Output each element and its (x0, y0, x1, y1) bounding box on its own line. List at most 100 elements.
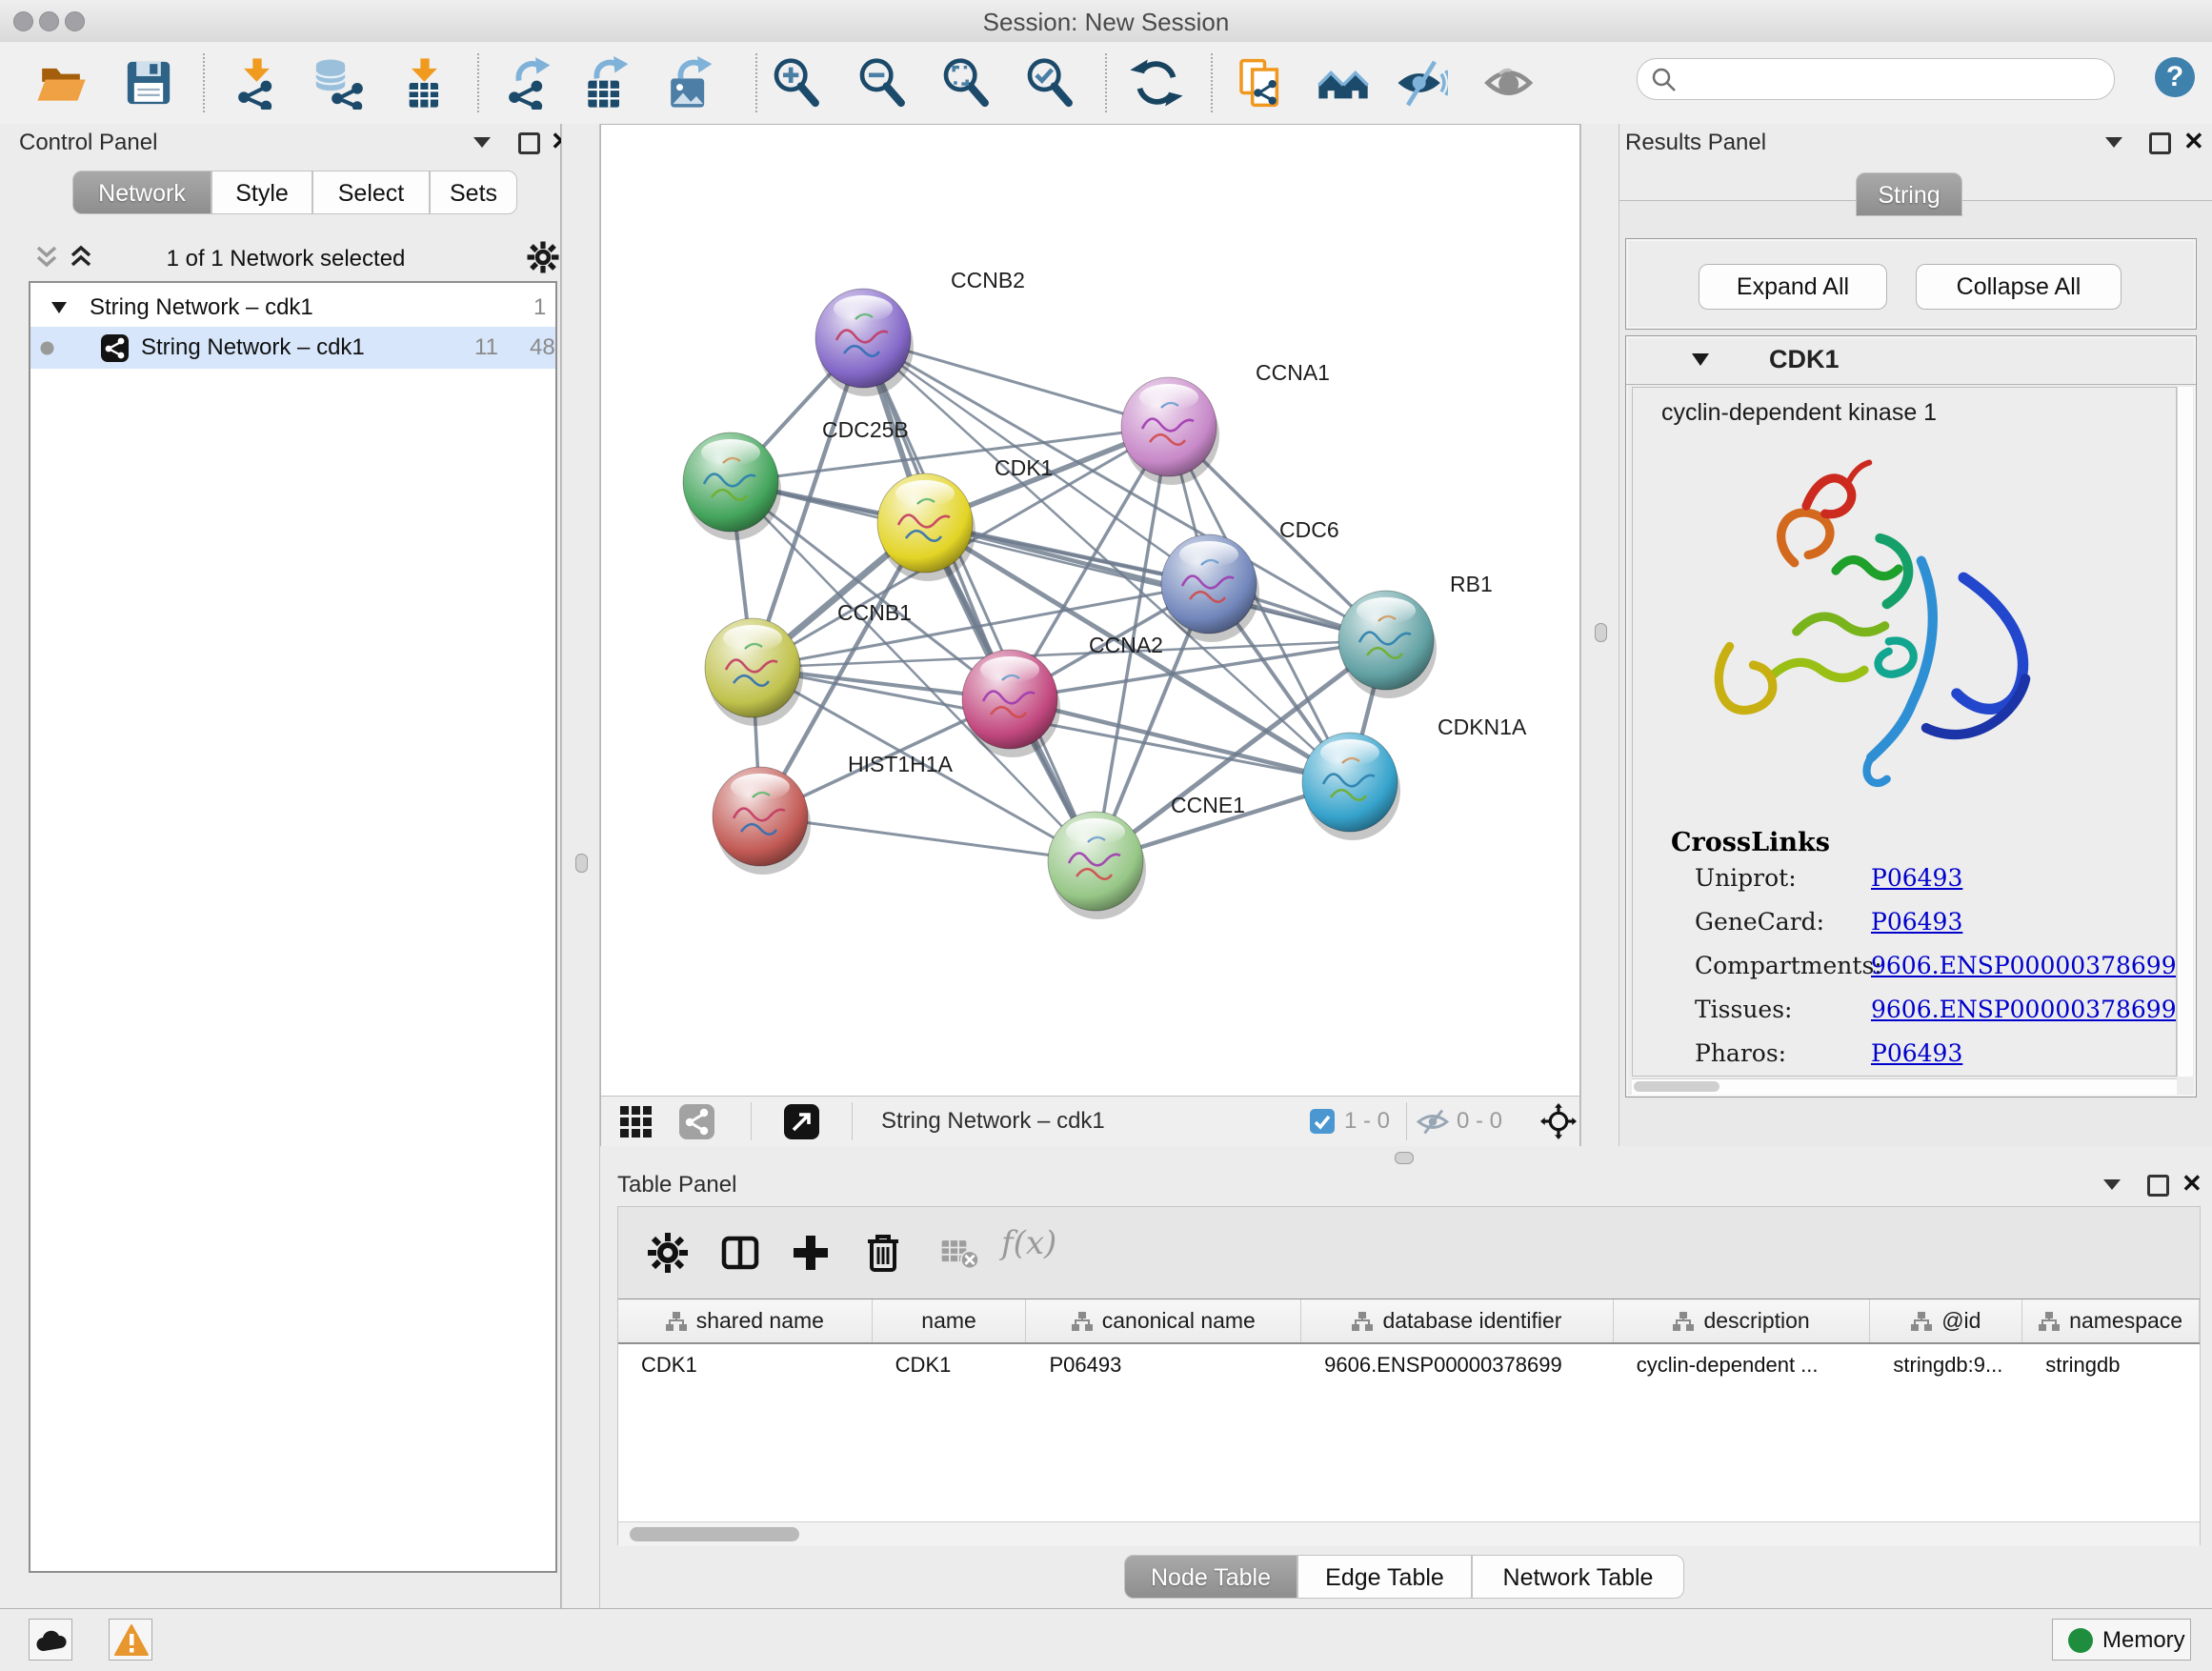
delete-column-icon[interactable] (860, 1230, 906, 1276)
table-cell[interactable]: CDK1 (618, 1344, 873, 1386)
zoom-in-icon[interactable] (770, 56, 823, 110)
table-cell[interactable]: 9606.ENSP00000378699 (1301, 1344, 1614, 1386)
results-panel-title: Results Panel (1625, 130, 1766, 156)
network-node-cdkn1a[interactable] (1302, 733, 1400, 840)
table-cell[interactable]: cyclin-dependent ... (1614, 1344, 1871, 1386)
crosslink-link[interactable]: P06493 (1871, 908, 1962, 936)
network-canvas[interactable]: CCNB2CCNA1CDC25BCDK1CDC6RB1CCNB1CCNA2CDK… (600, 124, 1580, 1146)
results-horizontal-scrollbar[interactable] (1632, 1078, 2177, 1095)
table-cell[interactable]: CDK1 (873, 1344, 1027, 1386)
column-header-name[interactable]: name (873, 1299, 1027, 1342)
network-row-selected[interactable]: String Network – cdk1 11 48 (30, 327, 555, 369)
results-vertical-scrollbar[interactable] (2177, 387, 2193, 1077)
string-import-icon[interactable] (1235, 56, 1288, 110)
network-node-rb1[interactable] (1338, 591, 1437, 698)
help-button[interactable]: ? (2155, 57, 2195, 97)
birdseye-icon[interactable] (1540, 1103, 1577, 1139)
apply-layout-icon[interactable] (1130, 56, 1183, 110)
network-node-cdc6[interactable] (1161, 534, 1259, 642)
string-home-icon[interactable] (1317, 56, 1370, 110)
tab-select[interactable]: Select (312, 171, 430, 214)
column-header-description[interactable]: description (1614, 1299, 1871, 1342)
scrollbar-thumb[interactable] (1634, 1081, 1719, 1092)
gear-icon[interactable] (526, 240, 560, 274)
table-horizontal-scrollbar[interactable] (618, 1521, 2200, 1546)
search-input[interactable] (1687, 63, 2101, 95)
splitter-handle[interactable] (575, 854, 588, 873)
expand-all-button[interactable]: Expand All (1699, 264, 1887, 310)
export-table-icon[interactable] (579, 56, 633, 110)
tab-edge-table[interactable]: Edge Table (1297, 1555, 1472, 1599)
gear-icon[interactable] (645, 1230, 691, 1276)
right-splitter[interactable] (1580, 124, 1619, 1146)
column-header-shared-name[interactable]: shared name (618, 1299, 873, 1342)
import-network-file-icon[interactable] (231, 56, 284, 110)
tree-expander-icon[interactable] (51, 302, 67, 313)
network-thumbnail-icon[interactable] (679, 1104, 714, 1139)
show-columns-icon[interactable] (717, 1230, 763, 1276)
cloud-button[interactable] (29, 1619, 72, 1661)
crosslink-link[interactable]: 9606.ENSP00000378699 (1871, 952, 2177, 979)
zoom-fit-icon[interactable] (939, 56, 993, 110)
panel-close-icon[interactable]: ✕ (2183, 131, 2204, 151)
crosslink-link[interactable]: P06493 (1871, 1039, 1962, 1067)
table-row[interactable]: CDK1CDK1P064939606.ENSP00000378699cyclin… (618, 1344, 2200, 1386)
splitter-handle[interactable] (1395, 1152, 1414, 1164)
column-header-canonical-name[interactable]: canonical name (1026, 1299, 1301, 1342)
memory-button[interactable]: Memory (2052, 1619, 2191, 1661)
tab-string[interactable]: String (1856, 172, 1962, 216)
panel-menu-icon[interactable] (2103, 1179, 2121, 1190)
collapse-entry-icon[interactable] (1692, 353, 1709, 366)
tab-network[interactable]: Network (72, 171, 211, 214)
node-result-header[interactable]: CDK1 (1626, 336, 2196, 385)
hidden-eye-icon[interactable] (1417, 1109, 1449, 1135)
bottom-splitter[interactable] (600, 1146, 2212, 1168)
tab-style[interactable]: Style (211, 171, 312, 214)
network-node-ccna1[interactable] (1121, 377, 1219, 485)
import-network-database-icon[interactable] (311, 56, 364, 110)
network-node-cdc25b[interactable] (683, 433, 781, 540)
table-cell[interactable]: stringdb:9... (1870, 1344, 2022, 1386)
panel-close-icon[interactable]: ✕ (2182, 1174, 2202, 1193)
splitter-handle[interactable] (1595, 623, 1607, 642)
open-session-icon[interactable] (34, 56, 88, 110)
grid-view-icon[interactable] (620, 1106, 652, 1137)
warnings-button[interactable] (109, 1619, 152, 1661)
column-header-database-identifier[interactable]: database identifier (1301, 1299, 1614, 1342)
export-network-icon[interactable] (501, 56, 554, 110)
selected-checkbox-icon[interactable] (1310, 1109, 1335, 1134)
hide-glyphs-icon[interactable] (1395, 56, 1448, 110)
save-session-icon[interactable] (122, 56, 175, 110)
panel-menu-icon[interactable] (473, 137, 491, 148)
panel-menu-icon[interactable] (2105, 137, 2122, 148)
crosslink-link[interactable]: P06493 (1871, 864, 1962, 892)
network-node-hist1h1a[interactable] (713, 767, 811, 875)
scrollbar-thumb[interactable] (630, 1527, 799, 1541)
zoom-selected-icon[interactable] (1023, 56, 1076, 110)
network-graph[interactable]: CCNB2CCNA1CDC25BCDK1CDC6RB1CCNB1CCNA2CDK… (601, 125, 1579, 1095)
left-splitter[interactable] (561, 124, 600, 1608)
network-node-cdk1[interactable] (877, 473, 975, 581)
column-header-namespace[interactable]: namespace (2022, 1299, 2200, 1342)
table-cell[interactable]: P06493 (1026, 1344, 1301, 1386)
add-column-icon[interactable] (788, 1230, 834, 1276)
crosslink-link[interactable]: 9606.ENSP00000378699 (1871, 996, 2177, 1023)
export-image-icon[interactable] (663, 56, 716, 110)
tab-node-table[interactable]: Node Table (1124, 1555, 1297, 1599)
panel-float-icon[interactable] (2147, 1175, 2169, 1197)
collapse-all-button[interactable]: Collapse All (1916, 264, 2122, 310)
detach-view-icon[interactable] (784, 1104, 819, 1139)
column-header--id[interactable]: @id (1870, 1299, 2022, 1342)
network-collection-row[interactable]: String Network – cdk1 1 (30, 287, 555, 329)
table-cell[interactable]: stringdb (2022, 1344, 2200, 1386)
graphics-details-icon[interactable] (1484, 56, 1538, 110)
tab-network-table[interactable]: Network Table (1472, 1555, 1684, 1599)
zoom-out-icon[interactable] (855, 56, 909, 110)
import-table-file-icon[interactable] (398, 56, 452, 110)
network-node-ccna2[interactable] (962, 650, 1060, 757)
panel-float-icon[interactable] (518, 132, 540, 154)
panel-float-icon[interactable] (2149, 132, 2171, 154)
tab-sets[interactable]: Sets (430, 171, 517, 214)
network-node-ccne1[interactable] (1048, 812, 1146, 919)
network-node-ccnb2[interactable] (815, 289, 914, 396)
